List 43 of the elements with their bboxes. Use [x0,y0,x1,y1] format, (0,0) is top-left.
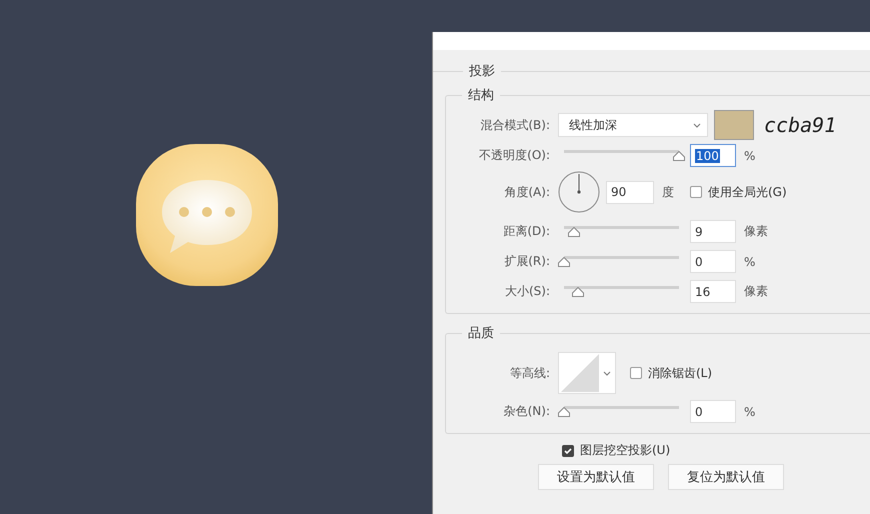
unit-label: % [744,404,756,418]
unit-label: 像素 [744,223,768,240]
value-input[interactable]: 16 [690,280,736,303]
value-input[interactable]: 0 [690,250,736,273]
checkbox-label[interactable]: 消除锯齿(L) [648,364,712,382]
field-label: 距离(D): [502,223,550,240]
section-title: 投影 [468,63,496,80]
slider-thumb[interactable] [673,151,685,161]
caret-icon [603,370,611,376]
field-label: 角度(A): [503,184,550,200]
color-swatch[interactable] [714,110,754,140]
checkmark-icon [563,446,573,456]
field-label: 不透明度(O): [478,147,550,164]
field-label: 大小(S): [504,283,550,300]
field-label: 扩展(R): [503,253,550,270]
opacity-input[interactable]: 100 [690,144,736,167]
group-title: 品质 [467,325,495,342]
unit-label: 度 [662,184,674,200]
checkbox[interactable] [630,367,642,379]
dialog-button[interactable]: 复位为默认值 [668,464,784,490]
unit-label: % [744,148,756,162]
slider-thumb[interactable] [568,227,580,237]
caret-icon [693,122,701,128]
blend-mode-dropdown[interactable]: 线性加深 [558,113,708,137]
unit-label: 像素 [744,283,768,300]
color-note: ccba91 [764,113,836,137]
angle-dial[interactable] [558,171,600,213]
checkbox-label[interactable]: 图层挖空投影(U) [580,442,670,459]
field-label: 混合模式(B): [479,116,550,134]
slider-thumb[interactable] [558,257,570,267]
group-title: 结构 [467,87,495,104]
checkbox-label[interactable]: 使用全局光(G) [708,184,787,200]
field-label: 等高线: [508,364,550,382]
value-input[interactable]: 0 [690,400,736,423]
checkbox[interactable] [562,444,574,456]
unit-label: % [744,254,756,268]
checkbox[interactable] [690,186,702,198]
value-input[interactable]: 9 [690,220,736,243]
slider-thumb[interactable] [572,287,584,297]
angle-input[interactable]: 90 [606,180,654,204]
field-label: 杂色(N): [502,403,550,420]
slider-thumb[interactable] [558,407,570,417]
dialog-button[interactable]: 设置为默认值 [538,464,654,490]
